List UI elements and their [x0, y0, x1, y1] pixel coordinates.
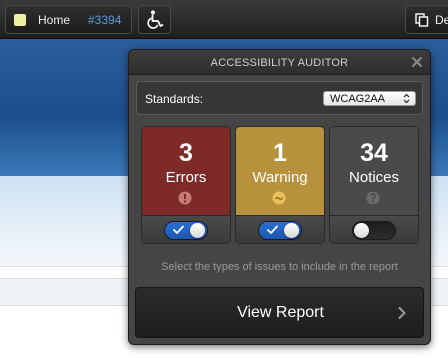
duplicate-button[interactable]: De [405, 5, 448, 34]
notice-icon [366, 191, 380, 205]
wheelchair-icon [147, 10, 164, 29]
panel-header: ACCESSIBILITY AUDITOR [129, 50, 430, 75]
check-icon [267, 225, 278, 234]
warning-icon [272, 191, 286, 205]
notices-toggle[interactable] [352, 221, 396, 240]
errors-toggle-row [142, 215, 230, 243]
standards-select[interactable]: WCAG2AA [323, 91, 416, 106]
errors-count: 3 [179, 139, 193, 167]
warning-card: 1 Warning [235, 126, 325, 244]
home-color-swatch [14, 14, 26, 26]
warning-count: 1 [273, 139, 287, 167]
warning-type-label: Warning [252, 169, 308, 186]
standards-label: Standards: [145, 92, 204, 106]
copy-icon [415, 13, 429, 27]
error-icon [178, 191, 192, 205]
warning-card-summary[interactable]: 1 Warning [236, 127, 324, 215]
toggle-knob [190, 223, 205, 238]
check-icon [173, 225, 184, 234]
warning-toggle-row [236, 215, 324, 243]
notices-type-label: Notices [348, 169, 400, 186]
select-arrows-icon [403, 93, 410, 104]
duplicate-button-label: De [435, 13, 448, 27]
errors-type-label: Errors [165, 169, 207, 186]
help-text: Select the types of issues to include in… [161, 261, 398, 273]
notices-card: 34 Notices [329, 126, 419, 244]
home-id-link[interactable]: #3394 [88, 13, 121, 27]
top-toolbar: Home #3394 De [0, 0, 448, 39]
view-report-label: View Report [237, 304, 324, 321]
home-label: Home [38, 13, 71, 27]
home-tab[interactable]: Home #3394 [5, 5, 132, 34]
notices-count: 34 [360, 139, 388, 167]
panel-title: ACCESSIBILITY AUDITOR [210, 57, 349, 69]
accessibility-button[interactable] [138, 5, 171, 34]
errors-card: 3 Errors [141, 126, 231, 244]
standards-selected-value: WCAG2AA [330, 93, 386, 105]
view-report-button[interactable]: View Report [135, 287, 424, 338]
standards-row: Standards: WCAG2AA [136, 81, 423, 115]
accessibility-auditor-panel: ACCESSIBILITY AUDITOR Standards: WCAG2AA… [128, 49, 431, 345]
errors-card-summary[interactable]: 3 Errors [142, 127, 230, 215]
warning-toggle[interactable] [258, 221, 302, 240]
chevron-right-icon [398, 307, 406, 319]
notices-card-summary[interactable]: 34 Notices [330, 127, 418, 215]
notices-toggle-row [330, 215, 418, 243]
toggle-knob [354, 223, 369, 238]
errors-toggle[interactable] [164, 221, 208, 240]
toggle-knob [284, 223, 299, 238]
close-icon[interactable] [410, 55, 424, 69]
